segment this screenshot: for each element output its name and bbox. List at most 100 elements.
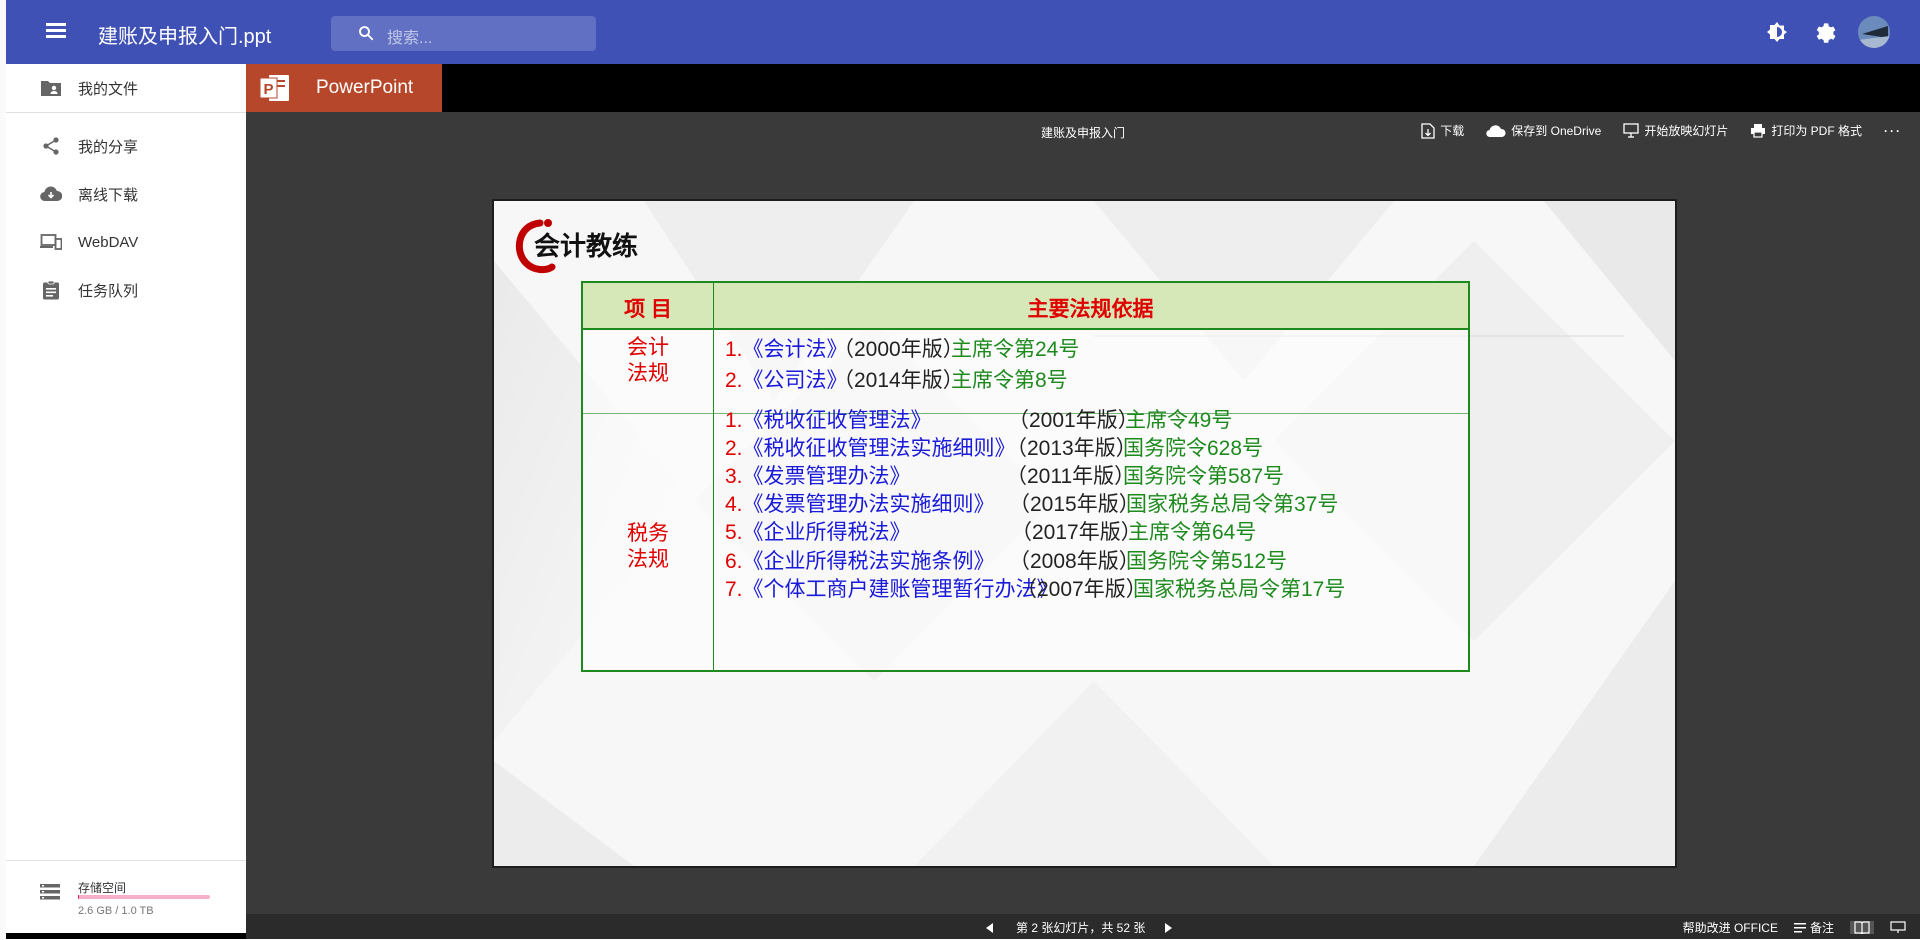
law-name: 《公司法》 <box>742 369 848 392</box>
more-options-button[interactable]: ··· <box>1884 124 1902 138</box>
gear-icon <box>1816 23 1836 43</box>
search-placeholder: 搜索... <box>387 30 433 47</box>
sidebar-item-label: 任务队列 <box>78 282 139 300</box>
share-icon <box>40 135 62 157</box>
cloud-icon <box>1486 124 1506 137</box>
triangle-right-icon <box>1165 922 1173 933</box>
file-title: 建账及申报入门.ppt <box>98 26 272 48</box>
start-slideshow-button[interactable]: 开始放映幻灯片 <box>1623 122 1728 139</box>
law-number: 3. <box>725 465 743 488</box>
clipboard-list-icon <box>40 279 62 301</box>
slideshow-icon <box>1623 123 1639 138</box>
slide-navigation: 第 2 张幻灯片，共 52 张 <box>986 919 1175 936</box>
powerpoint-logo-icon: P <box>260 75 289 101</box>
sidebar-item-webdav[interactable]: WebDAV <box>6 222 246 262</box>
slideshow-view-button[interactable] <box>1890 921 1906 934</box>
table-header: 项 目 主要法规依据 <box>583 283 1468 330</box>
sidebar-item-my-files[interactable]: 我的文件 <box>6 68 246 108</box>
law-number: 7. <box>725 578 743 601</box>
law-row: 7.《个体工商户建账管理暂行办法》 （2007年版） 国家税务总局令第17号 <box>725 573 1345 603</box>
devices-icon <box>40 231 62 253</box>
sidebar-item-offline-download[interactable]: 离线下载 <box>6 174 246 214</box>
sidebar-item-label: 我的分享 <box>78 138 139 156</box>
law-number: 6. <box>725 550 743 573</box>
powerpoint-badge: P PowerPoint <box>246 64 442 112</box>
triangle-left-icon <box>986 922 993 933</box>
law-order: 国家税务总局令第17号 <box>1133 578 1346 601</box>
law-number: 1. <box>725 338 743 361</box>
sidebar-bottom-edge <box>6 933 246 939</box>
save-to-onedrive-button[interactable]: 保存到 OneDrive <box>1486 122 1601 139</box>
law-order: 国家税务总局令第37号 <box>1126 493 1339 516</box>
law-number: 5. <box>725 521 743 544</box>
law-order: 主席令49号 <box>1125 409 1233 432</box>
law-number: 2. <box>725 437 743 460</box>
law-order: 国务院令628号 <box>1123 437 1264 460</box>
header-regulations: 主要法规依据 <box>1027 298 1154 321</box>
law-name: 《企业所得税法》 <box>742 521 911 544</box>
theme-toggle-button[interactable] <box>1762 17 1792 47</box>
law-row: 2.《税收征收管理法实施细则》 （2013年版） 国务院令628号 <box>725 432 1263 462</box>
law-number: 1. <box>725 409 743 432</box>
category-accounting: 会计 法规 <box>583 335 713 387</box>
reading-view-button[interactable] <box>1850 921 1874 934</box>
category-line: 会计 <box>627 336 669 359</box>
storage-usage: 2.6 GB / 1.0 TB <box>78 905 154 917</box>
notes-label: 备注 <box>1809 921 1834 935</box>
column-divider <box>713 283 714 670</box>
law-order: 国务院令第512号 <box>1126 550 1288 573</box>
storage-icon <box>40 884 60 900</box>
search-box[interactable]: 搜索... <box>331 16 596 51</box>
previous-slide-button[interactable] <box>986 921 996 935</box>
brand-logo: 会计教练 <box>515 219 638 274</box>
regulations-table: 项 目 主要法规依据 会计 法规 1.《会计法》 （2000年版） 主席令第24… <box>581 281 1470 672</box>
help-improve-office-link[interactable]: 帮助改进 OFFICE <box>1683 919 1778 936</box>
cloud-download-icon <box>40 183 62 205</box>
law-row: 6.《企业所得税法实施条例》 （2008年版） 国务院令第512号 <box>725 545 1287 575</box>
notes-button[interactable]: 备注 <box>1793 919 1834 936</box>
settings-button[interactable] <box>1810 17 1840 47</box>
presentation-icon <box>1890 921 1906 933</box>
download-label: 下载 <box>1440 124 1465 138</box>
law-row: 3.《发票管理办法》 （2011年版） 国务院令第587号 <box>725 460 1284 490</box>
law-year: （2013年版） <box>1006 437 1137 460</box>
svg-text:P: P <box>264 81 274 98</box>
brightness-icon <box>1767 22 1787 42</box>
download-button[interactable]: 下载 <box>1421 122 1464 139</box>
law-year: （2008年版） <box>1009 550 1140 573</box>
viewer-status-bar: 第 2 张幻灯片，共 52 张 帮助改进 OFFICE 备注 <box>246 914 1920 939</box>
sidebar-item-task-queue[interactable]: 任务队列 <box>6 270 246 310</box>
user-avatar[interactable] <box>1858 16 1890 48</box>
category-tax: 税务 法规 <box>583 521 713 573</box>
law-name: 《发票管理办法实施细则》 <box>742 493 995 516</box>
sidebar: 我的文件 我的分享 离线下载 WebDAV 任务队列 存储空间 2.6 GB /… <box>6 64 247 939</box>
menu-icon[interactable] <box>42 20 70 44</box>
law-name: 《企业所得税法实施条例》 <box>742 550 995 573</box>
sidebar-item-label: 我的文件 <box>78 80 139 98</box>
law-row: 5.《企业所得税法》 （2017年版） 主席令第64号 <box>725 516 1256 546</box>
sidebar-divider <box>6 112 246 113</box>
law-order: 国务院令第587号 <box>1123 465 1285 488</box>
storage-progress-bar <box>78 895 210 899</box>
law-name: 《会计法》 <box>742 338 848 361</box>
law-row: 2.《公司法》 （2014年版） 主席令第8号 <box>725 364 1068 394</box>
onedrive-label: 保存到 OneDrive <box>1511 124 1602 138</box>
download-icon <box>1421 122 1435 139</box>
law-name: 《发票管理办法》 <box>742 465 911 488</box>
slideshow-label: 开始放映幻灯片 <box>1644 124 1729 138</box>
folder-account-icon <box>40 77 62 99</box>
law-order: 主席令第64号 <box>1128 521 1257 544</box>
header-category: 项 目 <box>624 298 672 321</box>
app-bar: 建账及申报入门.ppt 搜索... <box>6 0 1920 64</box>
brand-logo-text: 会计教练 <box>534 231 638 262</box>
law-year: （2014年版） <box>833 369 964 392</box>
print-pdf-button[interactable]: 打印为 PDF 格式 <box>1750 122 1862 139</box>
law-year: （2015年版） <box>1009 493 1140 516</box>
law-number: 2. <box>725 369 743 392</box>
law-order: 主席令第8号 <box>951 369 1068 392</box>
sidebar-item-label: WebDAV <box>78 233 139 251</box>
next-slide-button[interactable] <box>1165 921 1175 935</box>
sidebar-item-my-shares[interactable]: 我的分享 <box>6 126 246 166</box>
storage-progress-fill <box>78 895 80 899</box>
law-year: （2007年版） <box>1016 578 1147 601</box>
